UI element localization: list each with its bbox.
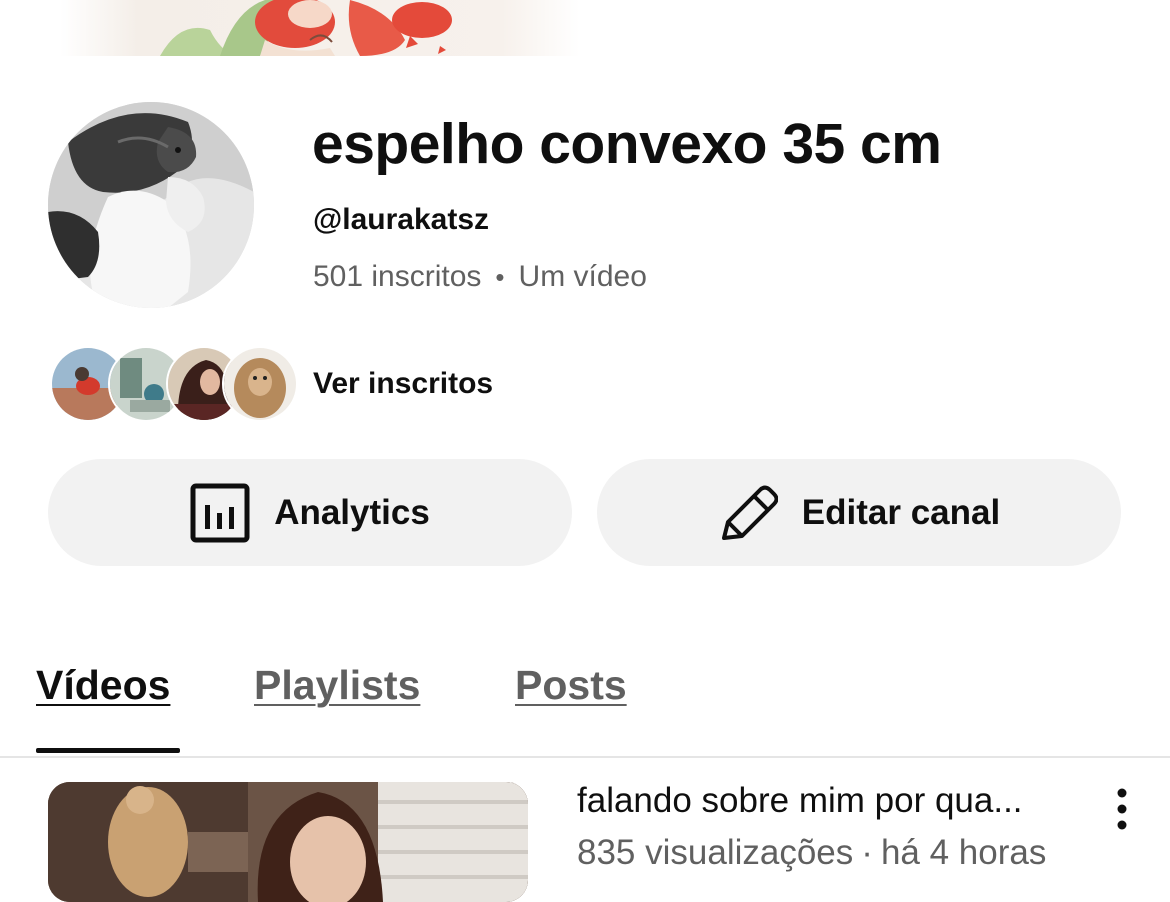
edit-channel-label: Editar canal: [801, 492, 1001, 532]
tab-videos[interactable]: Vídeos: [36, 660, 170, 710]
video-thumbnail[interactable]: [48, 782, 528, 902]
channel-avatar[interactable]: [48, 102, 254, 308]
subscriber-count: 501 inscritos: [313, 260, 482, 293]
channel-banner[interactable]: [60, 0, 580, 56]
video-title[interactable]: falando sobre mim por qua...: [577, 780, 1023, 822]
video-count: Um vídeo: [518, 260, 647, 293]
view-subscribers-link[interactable]: Ver inscritos: [313, 364, 493, 404]
video-meta: 835 visualizações · há 4 horas: [577, 832, 1046, 874]
tab-posts[interactable]: Posts: [515, 660, 627, 710]
subscriber-avatar: [222, 346, 298, 422]
video-meta-separator: ·: [861, 833, 873, 872]
more-vertical-icon[interactable]: [1106, 786, 1138, 832]
banner-illustration: [160, 0, 452, 56]
video-thumbnail-image: [48, 782, 528, 902]
tab-playlists[interactable]: Playlists: [254, 660, 420, 710]
analytics-button[interactable]: Analytics: [48, 459, 572, 566]
channel-name: espelho convexo 35 cm: [312, 112, 942, 176]
subscriber-avatars[interactable]: [50, 346, 298, 422]
bar-chart-icon: [190, 483, 250, 543]
stats-separator: •: [495, 262, 505, 292]
channel-tabs: Vídeos Playlists Posts: [0, 650, 1170, 756]
video-views: 835 visualizações: [577, 833, 854, 872]
channel-stats: 501 inscritos • Um vídeo: [313, 257, 647, 297]
channel-handle: @laurakatsz: [313, 203, 490, 236]
analytics-label: Analytics: [274, 492, 430, 532]
edit-channel-button[interactable]: Editar canal: [597, 459, 1121, 566]
video-age: há 4 horas: [880, 833, 1047, 872]
pencil-icon: [718, 482, 778, 544]
active-tab-indicator: [36, 748, 180, 753]
tabs-divider: [0, 756, 1170, 758]
cat-avatar-image: [48, 102, 254, 308]
